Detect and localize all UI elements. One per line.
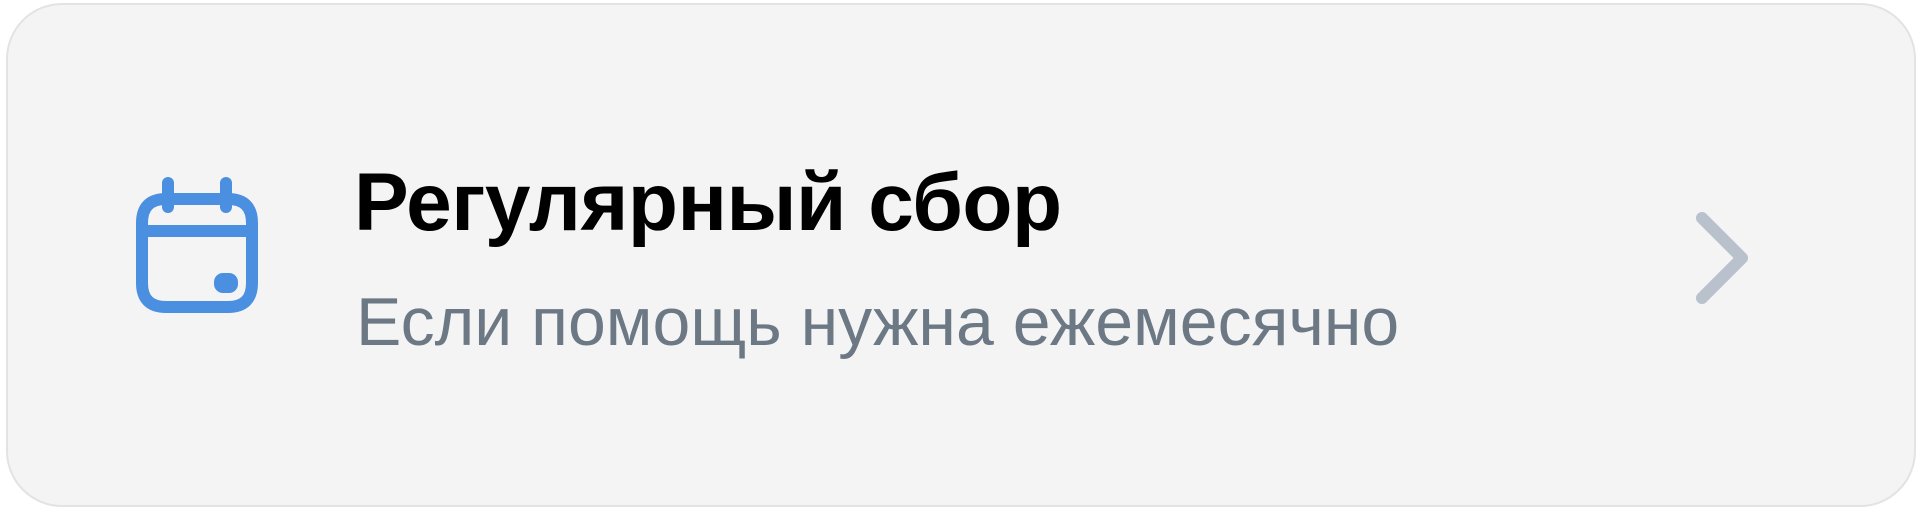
regular-donation-card[interactable]: Регулярный сбор Если помощь нужна ежемес… [6, 3, 1916, 507]
chevron-right-icon [1694, 208, 1754, 308]
card-title: Регулярный сбор [354, 157, 1062, 248]
calendar-icon [126, 177, 270, 329]
card-subtitle: Если помощь нужна ежемесячно [356, 284, 1400, 360]
